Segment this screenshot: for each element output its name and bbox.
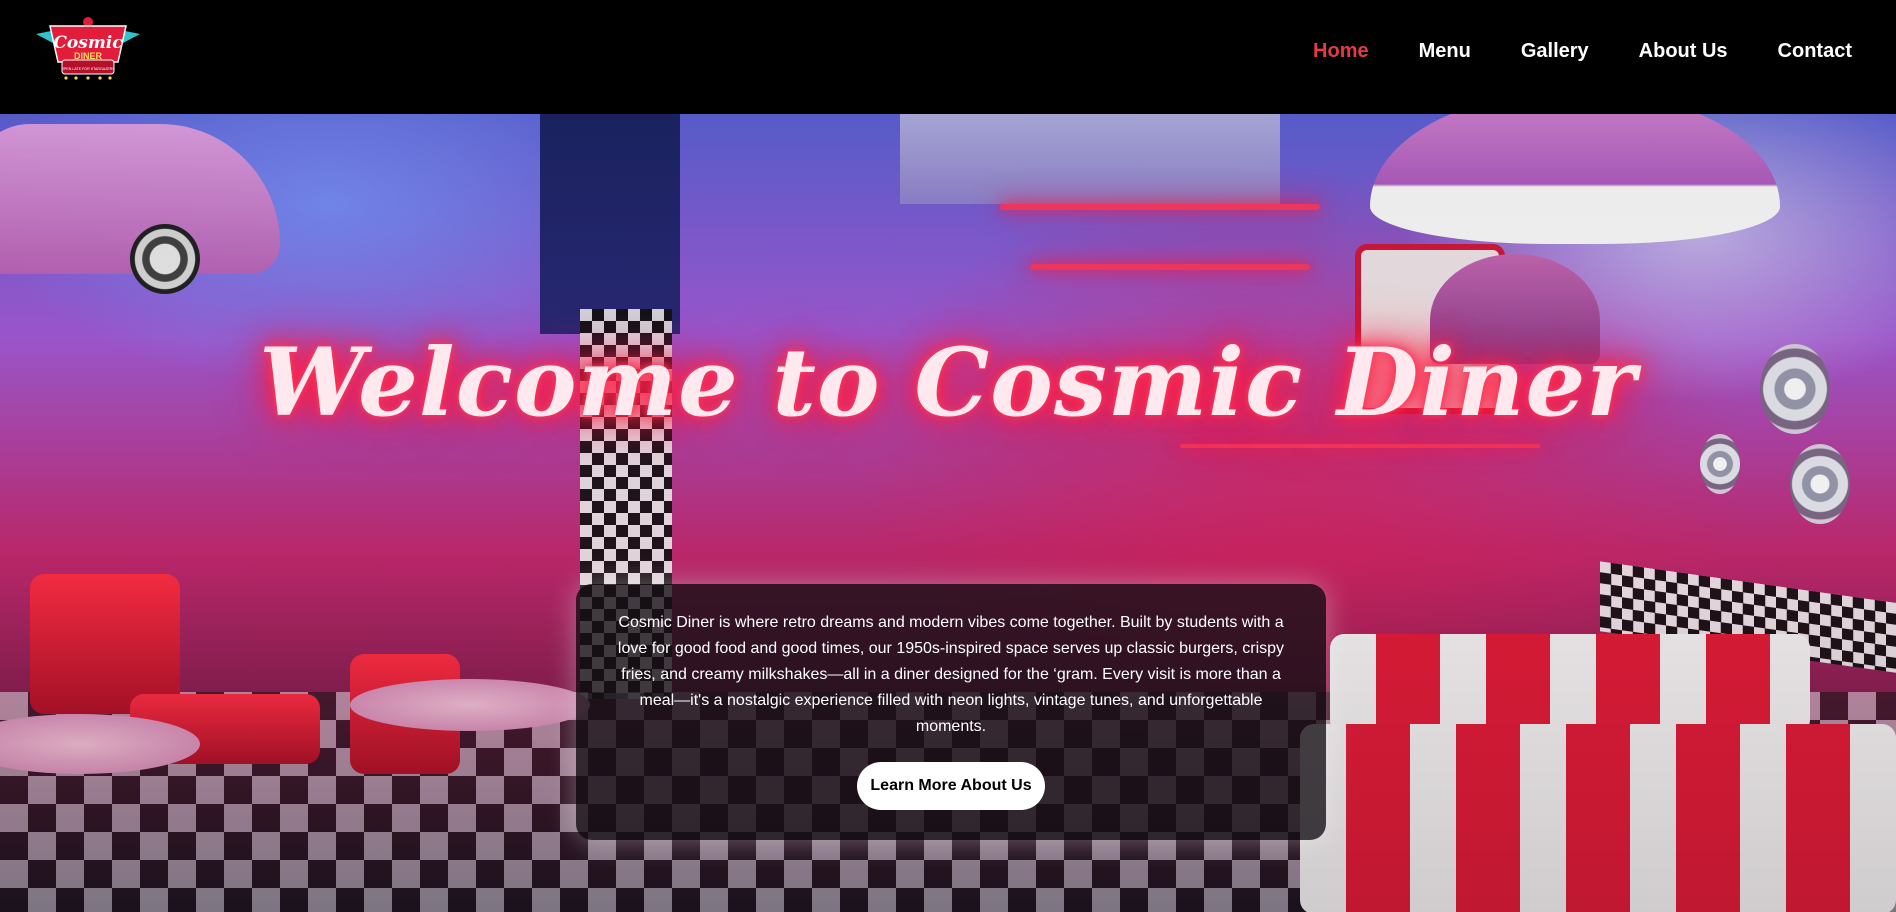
svg-text:DINER: DINER	[74, 51, 103, 61]
nav-gallery-link[interactable]: Gallery	[1521, 40, 1589, 63]
svg-text:OPEN LATE FOR STARGAZERS: OPEN LATE FOR STARGAZERS	[61, 67, 115, 71]
cosmic-diner-logo[interactable]: Cosmic DINER OPEN LATE FOR STARGAZERS	[36, 16, 140, 82]
svg-text:Cosmic: Cosmic	[53, 33, 123, 53]
hero-section: Welcome to Cosmic Diner Cosmic Diner is …	[0, 114, 1896, 912]
nav-home-link[interactable]: Home	[1313, 40, 1369, 63]
intro-card: Cosmic Diner is where retro dreams and m…	[576, 584, 1326, 840]
intro-text: Cosmic Diner is where retro dreams and m…	[617, 614, 1285, 735]
hero-title: Welcome to Cosmic Diner	[259, 328, 1637, 438]
nav-contact-link[interactable]: Contact	[1778, 40, 1852, 63]
main-nav: Home Menu Gallery About Us Contact	[1313, 40, 1852, 63]
nav-about-us-link[interactable]: About Us	[1639, 40, 1728, 63]
nav-menu-link[interactable]: Menu	[1419, 40, 1471, 63]
learn-more-button[interactable]: Learn More About Us	[857, 762, 1045, 810]
site-header: Cosmic DINER OPEN LATE FOR STARGAZERS Ho…	[0, 0, 1896, 114]
logo-graphic: Cosmic DINER OPEN LATE FOR STARGAZERS	[36, 17, 140, 80]
